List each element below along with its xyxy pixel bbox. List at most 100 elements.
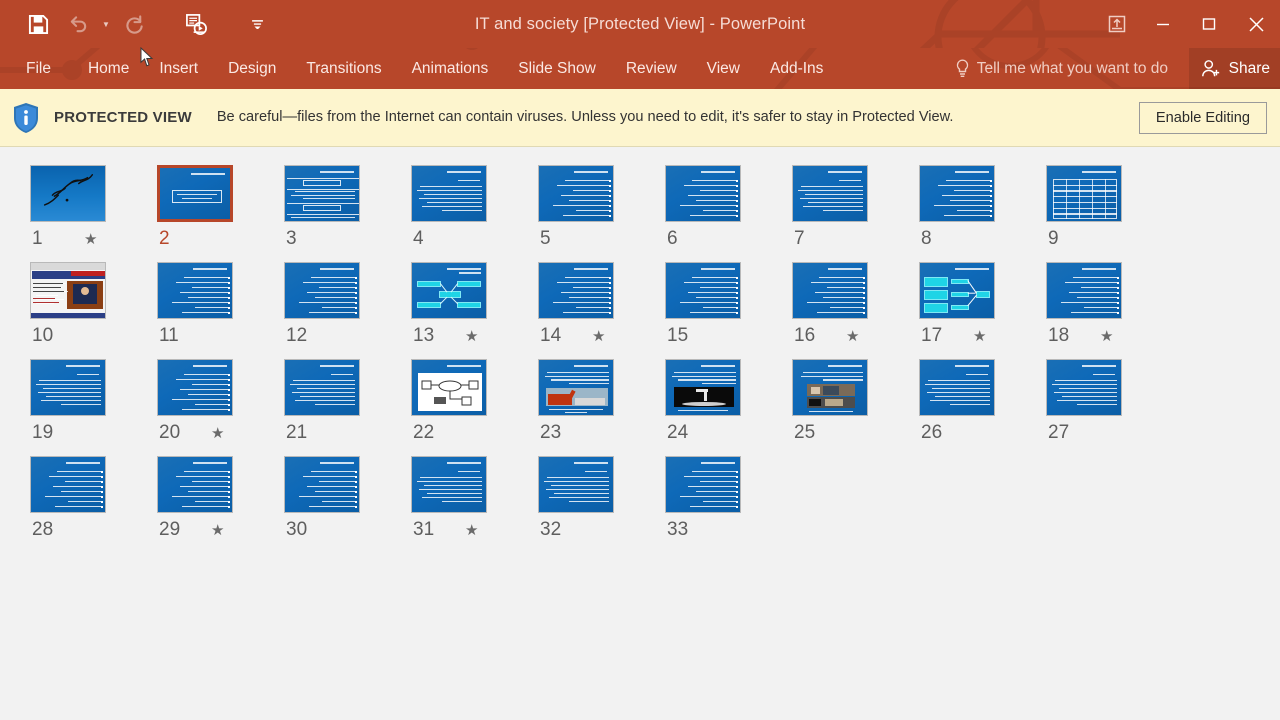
slide-thumbnail-cell[interactable]: 11: [157, 256, 284, 353]
slide-thumbnail-cell[interactable]: 7: [792, 159, 919, 256]
minimize-button[interactable]: [1140, 0, 1186, 48]
slide-thumbnail[interactable]: [284, 456, 360, 513]
slide-thumbnail[interactable]: [30, 262, 106, 319]
slide-thumbnail[interactable]: [792, 165, 868, 222]
slide-thumbnail-cell[interactable]: 16 ★: [792, 256, 919, 353]
undo-icon[interactable]: [58, 4, 98, 44]
slide-thumbnail-cell[interactable]: 26: [919, 353, 1046, 450]
slide-thumbnail[interactable]: [157, 359, 233, 416]
animation-star-icon[interactable]: ★: [465, 329, 478, 344]
slide-sorter-pane[interactable]: 1 ★ 2 3 4 5 6 7 8 9 10 11 12 13 ★ 14 ★ 1…: [0, 147, 1280, 720]
slide-thumbnail[interactable]: [411, 262, 487, 319]
slide-thumbnail-cell[interactable]: 12: [284, 256, 411, 353]
window-controls[interactable]: [1094, 0, 1280, 48]
slide-thumbnail[interactable]: [665, 359, 741, 416]
slide-thumbnail[interactable]: [157, 262, 233, 319]
slide-thumbnail[interactable]: [284, 262, 360, 319]
slide-thumbnail-cell[interactable]: 32: [538, 450, 665, 547]
customize-quick-access-toolbar-icon[interactable]: [244, 4, 270, 44]
slide-thumbnail[interactable]: [919, 262, 995, 319]
slide-thumbnail-cell[interactable]: 3: [284, 159, 411, 256]
animation-star-icon[interactable]: ★: [211, 426, 224, 441]
animation-star-icon[interactable]: ★: [84, 232, 97, 247]
slide-thumbnail[interactable]: [792, 262, 868, 319]
undo-dropdown-icon[interactable]: ▼: [98, 4, 114, 44]
redo-icon[interactable]: [114, 4, 154, 44]
enable-editing-button[interactable]: Enable Editing: [1138, 102, 1267, 134]
slide-thumbnail[interactable]: [1046, 359, 1122, 416]
slide-thumbnail-cell[interactable]: 23: [538, 353, 665, 450]
slide-thumbnail-cell[interactable]: 20 ★: [157, 353, 284, 450]
tab-insert[interactable]: Insert: [144, 48, 213, 89]
slide-thumbnail[interactable]: [157, 456, 233, 513]
slide-thumbnail[interactable]: [665, 262, 741, 319]
animation-star-icon[interactable]: ★: [211, 523, 224, 538]
slide-thumbnail-cell[interactable]: 4: [411, 159, 538, 256]
close-button[interactable]: [1232, 0, 1280, 48]
tab-transitions[interactable]: Transitions: [291, 48, 396, 89]
quick-access-toolbar[interactable]: ▼: [18, 0, 270, 48]
tab-home[interactable]: Home: [73, 48, 144, 89]
tab-review[interactable]: Review: [611, 48, 692, 89]
animation-star-icon[interactable]: ★: [1100, 329, 1113, 344]
slide-thumbnail-cell[interactable]: 21: [284, 353, 411, 450]
slide-thumbnail[interactable]: [284, 359, 360, 416]
tab-slide-show[interactable]: Slide Show: [503, 48, 611, 89]
slide-thumbnail-cell[interactable]: 13 ★: [411, 256, 538, 353]
slide-thumbnail-cell[interactable]: 30: [284, 450, 411, 547]
maximize-button[interactable]: [1186, 0, 1232, 48]
slide-thumbnail-cell[interactable]: 19: [30, 353, 157, 450]
slide-thumbnail-cell[interactable]: 22: [411, 353, 538, 450]
slide-thumbnail[interactable]: [919, 359, 995, 416]
slide-thumbnail[interactable]: [30, 165, 106, 222]
slide-thumbnail[interactable]: [538, 359, 614, 416]
slide-thumbnail-cell[interactable]: 5: [538, 159, 665, 256]
slide-thumbnail[interactable]: [1046, 165, 1122, 222]
slide-thumbnail[interactable]: [1046, 262, 1122, 319]
tab-animations[interactable]: Animations: [397, 48, 504, 89]
slide-thumbnail[interactable]: [411, 165, 487, 222]
slide-thumbnail[interactable]: [665, 165, 741, 222]
slide-thumbnail-cell[interactable]: 27: [1046, 353, 1173, 450]
slide-thumbnail-cell[interactable]: 28: [30, 450, 157, 547]
slide-thumbnail[interactable]: [665, 456, 741, 513]
slide-thumbnail-cell[interactable]: 6: [665, 159, 792, 256]
slide-thumbnail[interactable]: [30, 359, 106, 416]
slide-thumbnail[interactable]: [792, 359, 868, 416]
slide-thumbnail-cell[interactable]: 15: [665, 256, 792, 353]
slide-thumbnail-cell[interactable]: 14 ★: [538, 256, 665, 353]
slide-thumbnail-cell[interactable]: 33: [665, 450, 792, 547]
slide-thumbnail-cell[interactable]: 10: [30, 256, 157, 353]
slide-thumbnail-cell[interactable]: 17 ★: [919, 256, 1046, 353]
tab-add-ins[interactable]: Add-Ins: [755, 48, 838, 89]
tab-file[interactable]: File: [0, 48, 73, 89]
save-icon[interactable]: [18, 4, 58, 44]
animation-star-icon[interactable]: ★: [973, 329, 986, 344]
share-button[interactable]: Share: [1188, 48, 1280, 89]
slide-thumbnail[interactable]: [411, 359, 487, 416]
slide-thumbnail-cell[interactable]: 29 ★: [157, 450, 284, 547]
slide-thumbnail-cell[interactable]: 9: [1046, 159, 1173, 256]
slide-thumbnail-cell[interactable]: 2: [157, 159, 284, 256]
slide-thumbnail[interactable]: [538, 456, 614, 513]
slide-thumbnail-cell[interactable]: 8: [919, 159, 1046, 256]
slide-thumbnail[interactable]: [30, 456, 106, 513]
tell-me-search[interactable]: Tell me what you want to do: [955, 48, 1168, 89]
slide-thumbnail-cell[interactable]: 1 ★: [30, 159, 157, 256]
slide-thumbnail[interactable]: [538, 262, 614, 319]
ribbon-display-options-icon[interactable]: [1094, 0, 1140, 48]
slide-thumbnail[interactable]: [157, 165, 233, 222]
animation-star-icon[interactable]: ★: [465, 523, 478, 538]
slide-thumbnail[interactable]: [411, 456, 487, 513]
slide-thumbnail-cell[interactable]: 24: [665, 353, 792, 450]
slide-thumbnail[interactable]: [284, 165, 360, 222]
slide-thumbnail[interactable]: [538, 165, 614, 222]
tab-view[interactable]: View: [692, 48, 755, 89]
tab-design[interactable]: Design: [213, 48, 291, 89]
slide-thumbnail[interactable]: [919, 165, 995, 222]
slide-thumbnail-cell[interactable]: 18 ★: [1046, 256, 1173, 353]
start-from-beginning-icon[interactable]: [176, 4, 216, 44]
animation-star-icon[interactable]: ★: [592, 329, 605, 344]
slide-thumbnail-cell[interactable]: 25: [792, 353, 919, 450]
animation-star-icon[interactable]: ★: [846, 329, 859, 344]
